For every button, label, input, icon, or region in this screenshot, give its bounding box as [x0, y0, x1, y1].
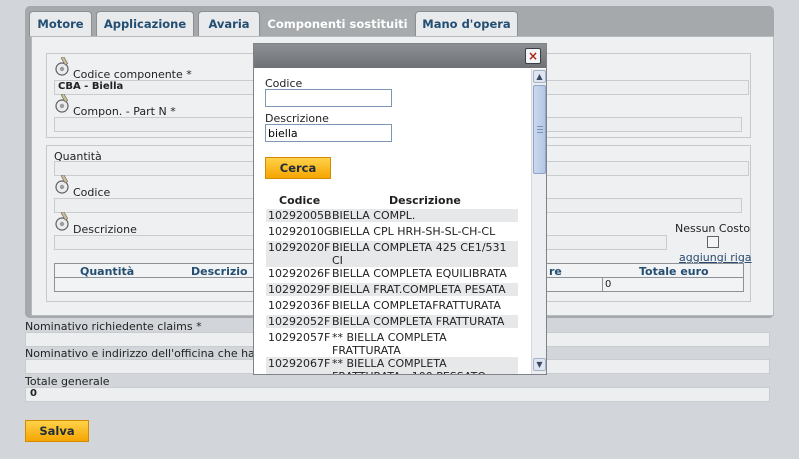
result-row[interactable]: 10292067F** BIELLA COMPLETA FRATTURATA -…	[266, 357, 518, 374]
result-description: ** BIELLA COMPLETA FRATTURATA - 100 PESS…	[332, 357, 486, 374]
result-code: 10292067F	[268, 357, 331, 370]
totale-generale-field	[25, 387, 770, 402]
result-description: BIELLA COMPL.	[332, 209, 416, 222]
result-description: BIELLA COMPLETAFRATTURATA	[332, 299, 501, 312]
tab-motore[interactable]: Motore	[29, 11, 92, 36]
tab-applicazione[interactable]: Applicazione	[96, 11, 194, 36]
th-descrizione: Descrizio	[191, 265, 248, 278]
result-code: 10292020F	[268, 241, 331, 254]
scroll-up-icon[interactable]: ▲	[533, 70, 546, 83]
salva-button[interactable]: Salva	[25, 420, 89, 442]
result-code: 10292005B	[268, 209, 332, 222]
nessun-costo-label: Nessun Costo	[675, 222, 751, 235]
tab-componenti-sostituiti[interactable]: Componenti sostituiti	[262, 11, 413, 36]
th-quantita: Quantità	[80, 265, 135, 278]
th-re: re	[549, 265, 562, 278]
result-description: ** BIELLA COMPLETA FRATTURATA	[332, 331, 447, 357]
result-row[interactable]: 10292029F BIELLA FRAT.COMPLETA PESATA	[266, 283, 518, 296]
tab-bar: Motore Applicazione Avaria Componenti so…	[29, 11, 773, 36]
result-code: 10292026F	[268, 267, 331, 280]
dialog-scrollbar[interactable]: ▲ ▼	[531, 69, 546, 374]
search-tool-icon[interactable]	[54, 174, 72, 195]
tab-avaria[interactable]: Avaria	[198, 11, 260, 36]
table-cell-totale: 0	[605, 279, 612, 290]
result-code: 10292052F	[268, 315, 331, 328]
result-code: 10292036F	[268, 299, 331, 312]
result-row[interactable]: 10292052F BIELLA COMPLETA FRATTURATA	[266, 315, 518, 328]
result-row[interactable]: 10292057F ** BIELLA COMPLETA FRATTURATA	[266, 331, 518, 357]
result-code: 10292029F	[268, 283, 331, 296]
tab-mano-d-opera[interactable]: Mano d'opera	[415, 11, 518, 36]
result-description: BIELLA CPL HRH-SH-SL-CH-CL	[332, 225, 496, 238]
th-totale-euro: Totale euro	[639, 265, 709, 278]
result-description: BIELLA COMPLETA 425 CE1/531 CI	[332, 241, 507, 267]
search-dialog: × Codice Descrizione Cerca Codice Descri…	[253, 43, 547, 375]
result-description: BIELLA COMPLETA FRATTURATA	[332, 315, 505, 328]
result-code: 10292010G	[268, 225, 333, 238]
nessun-costo-checkbox[interactable]	[707, 236, 719, 248]
totale-generale-value: 0	[30, 388, 37, 399]
result-row[interactable]: 10292020F BIELLA COMPLETA 425 CE1/531 CI	[266, 241, 518, 267]
result-row[interactable]: 10292010G BIELLA CPL HRH-SH-SL-CH-CL	[266, 225, 518, 238]
result-row[interactable]: 10292005B BIELLA COMPL.	[266, 209, 518, 222]
results-list: 10292005B BIELLA COMPL. 10292010G BIELLA CP…	[254, 44, 531, 374]
result-description: BIELLA FRAT.COMPLETA PESATA	[332, 283, 506, 296]
scroll-down-icon[interactable]: ▼	[533, 358, 546, 371]
codice-componente-value: CBA - Biella	[58, 81, 124, 92]
search-tool-icon[interactable]	[54, 93, 72, 114]
result-description: BIELLA COMPLETA EQUILIBRATA	[332, 267, 507, 280]
result-row[interactable]: 10292036F BIELLA COMPLETAFRATTURATA	[266, 299, 518, 312]
search-tool-icon[interactable]	[54, 211, 72, 232]
search-tool-icon[interactable]	[54, 56, 72, 77]
result-code: 10292057F	[268, 331, 331, 344]
scroll-thumb[interactable]	[533, 85, 546, 174]
table-cell-divider	[602, 278, 603, 291]
result-row[interactable]: 10292026F BIELLA COMPLETA EQUILIBRATA	[266, 267, 518, 280]
